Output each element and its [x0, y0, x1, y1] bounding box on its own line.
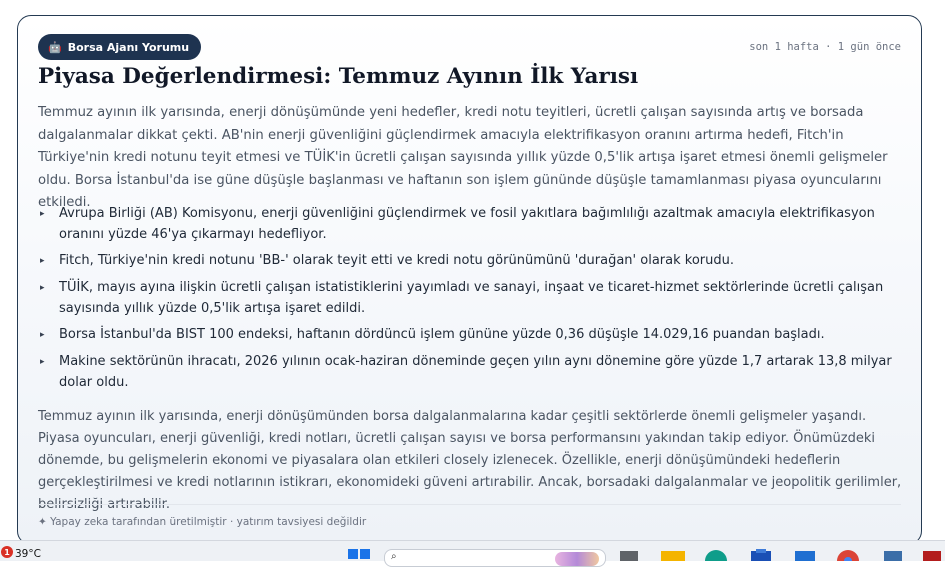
bullet-marker-icon: ▸: [40, 256, 45, 267]
list-item-text: Avrupa Birliği (AB) Komisyonu, enerji gü…: [59, 206, 875, 242]
task-view-icon[interactable]: [618, 549, 640, 561]
app-icon[interactable]: [920, 549, 944, 561]
bullet-marker-icon: ▸: [40, 283, 45, 294]
list-item: ▸ TÜİK, mayıs ayına ilişkin ücretli çalış…: [38, 278, 898, 319]
weather-temperature[interactable]: 39°C: [15, 548, 41, 560]
list-item: ▸ Borsa İstanbul'da BIST 100 endeksi, haf…: [38, 325, 898, 346]
agent-badge-label: Borsa Ajanı Yorumu: [67, 40, 190, 54]
chrome-icon[interactable]: [835, 549, 861, 561]
intro-paragraph: Temmuz ayının ilk yarısında, enerji dönü…: [38, 105, 888, 210]
card-title: Piyasa Değerlendirmesi: Temmuz Ayının İl…: [38, 64, 639, 89]
divider: [38, 504, 901, 505]
list-item-text: Makine sektörünün ihracatı, 2026 yılının…: [59, 354, 892, 390]
taskbar-search[interactable]: ⌕: [384, 549, 606, 567]
taskbar: 1 39°C ⌕: [0, 540, 945, 567]
summary-paragraph: Temmuz ayının ilk yarısında, enerji dönü…: [38, 409, 902, 512]
list-item: ▸ Makine sektörünün ihracatı, 2026 yılını…: [38, 352, 898, 393]
search-highlight-icon: [555, 552, 599, 566]
windows-start-icon[interactable]: [348, 549, 370, 561]
notification-badge[interactable]: 1: [1, 546, 13, 558]
bullet-marker-icon: ▸: [40, 330, 45, 341]
bullet-marker-icon: ▸: [40, 357, 45, 368]
edge-browser-icon[interactable]: [703, 549, 729, 561]
robot-icon: 🤖: [48, 40, 62, 54]
agent-badge: 🤖 Borsa Ajanı Yorumu: [38, 34, 202, 60]
list-item-text: TÜİK, mayıs ayına ilişkin ücretli çalışa…: [59, 280, 884, 316]
list-item-text: Borsa İstanbul'da BIST 100 endeksi, haft…: [59, 327, 825, 343]
store-icon[interactable]: [748, 549, 774, 561]
bullet-marker-icon: ▸: [40, 209, 45, 219]
office-icon[interactable]: [792, 549, 818, 561]
list-item: ▸ Fitch, Türkiye'nin kredi notunu 'BB-' o…: [38, 251, 898, 272]
market-commentary-card: 🤖 Borsa Ajanı Yorumu son 1 hafta · 1 gün…: [17, 15, 922, 545]
timestamp: son 1 hafta · 1 gün önce: [749, 41, 901, 53]
app-icon[interactable]: [880, 549, 906, 561]
highlights-list: ▸ Avrupa Birliği (AB) Komisyonu, enerji g…: [38, 204, 898, 399]
file-explorer-icon[interactable]: [660, 549, 686, 561]
search-icon: ⌕: [391, 551, 397, 562]
list-item-text: Fitch, Türkiye'nin kredi notunu 'BB-' ol…: [59, 253, 734, 269]
ai-disclaimer: ✦ Yapay zeka tarafından üretilmiştir · y…: [38, 516, 367, 528]
list-item: ▸ Avrupa Birliği (AB) Komisyonu, enerji g…: [38, 204, 898, 245]
